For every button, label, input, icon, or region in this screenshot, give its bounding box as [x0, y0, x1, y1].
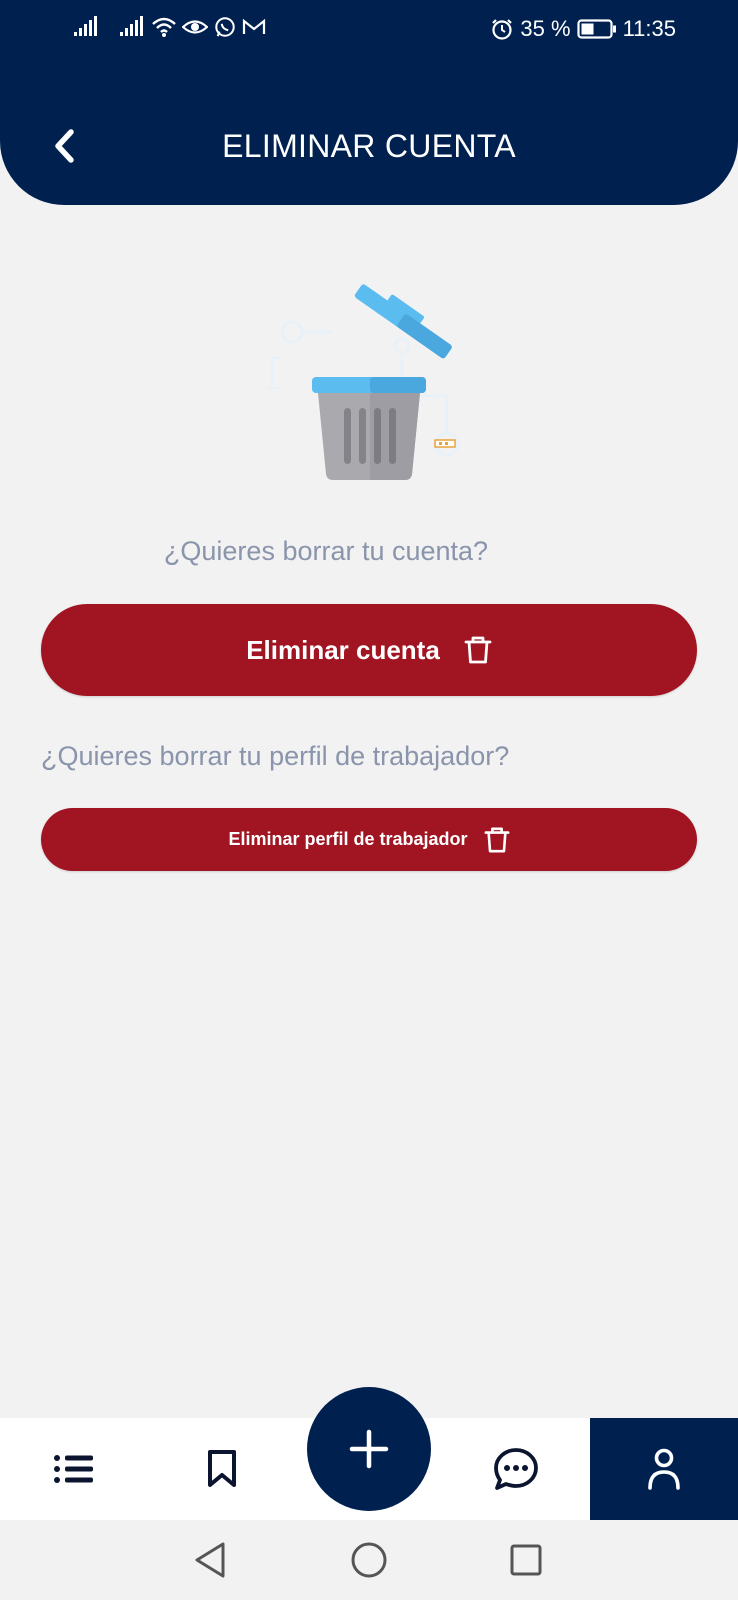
- delete-account-button-label: Eliminar cuenta: [246, 634, 440, 665]
- back-triangle-icon: [195, 1542, 225, 1578]
- delete-account-question: ¿Quieres borrar tu cuenta?: [163, 536, 489, 566]
- battery-icon: [576, 19, 616, 39]
- page-title: ELIMINAR CUENTA: [222, 128, 516, 164]
- trash-can-illustration: [262, 268, 472, 493]
- signal-icon: [74, 16, 97, 36]
- delete-account-button[interactable]: Eliminar cuenta: [41, 604, 697, 696]
- whatsapp-icon: [215, 17, 235, 37]
- alarm-icon: [492, 19, 513, 40]
- add-icon: [349, 1429, 389, 1469]
- system-back-button[interactable]: [186, 1536, 234, 1584]
- delete-worker-profile-button[interactable]: Eliminar perfil de trabajador: [41, 808, 697, 871]
- status-bar: 35 % 11:35: [0, 0, 738, 60]
- trash-icon: [464, 636, 492, 664]
- signal-icon: [120, 16, 143, 36]
- status-bar-left: [74, 16, 266, 38]
- delete-worker-profile-button-label: Eliminar perfil de trabajador: [228, 829, 468, 849]
- recents-square-icon: [510, 1544, 542, 1576]
- nav-profile[interactable]: [590, 1418, 738, 1520]
- nav-list[interactable]: [0, 1418, 148, 1520]
- status-bar-right: 35 % 11:35: [490, 16, 676, 42]
- clock: 11:35: [622, 16, 676, 41]
- home-circle-icon: [351, 1542, 387, 1578]
- list-icon: [54, 1455, 93, 1483]
- trash-icon: [484, 827, 509, 852]
- add-button[interactable]: [307, 1387, 431, 1511]
- profile-icon: [648, 1448, 680, 1490]
- eye-icon: [182, 20, 208, 34]
- delete-worker-question: ¿Quieres borrar tu perfil de trabajador?: [41, 741, 510, 771]
- app-header: 35 % 11:35 ELIMINAR CUENTA: [0, 0, 738, 205]
- system-recents-button[interactable]: [502, 1536, 550, 1584]
- system-navigation-bar: [0, 1520, 738, 1600]
- gmail-icon: [242, 18, 266, 34]
- wifi-icon: [152, 17, 176, 37]
- nav-chat[interactable]: [442, 1418, 590, 1520]
- system-home-button[interactable]: [345, 1536, 393, 1584]
- bookmark-icon: [208, 1450, 236, 1487]
- chat-icon: [494, 1448, 538, 1490]
- nav-saved[interactable]: [148, 1418, 296, 1520]
- battery-percent: 35 %: [520, 16, 571, 41]
